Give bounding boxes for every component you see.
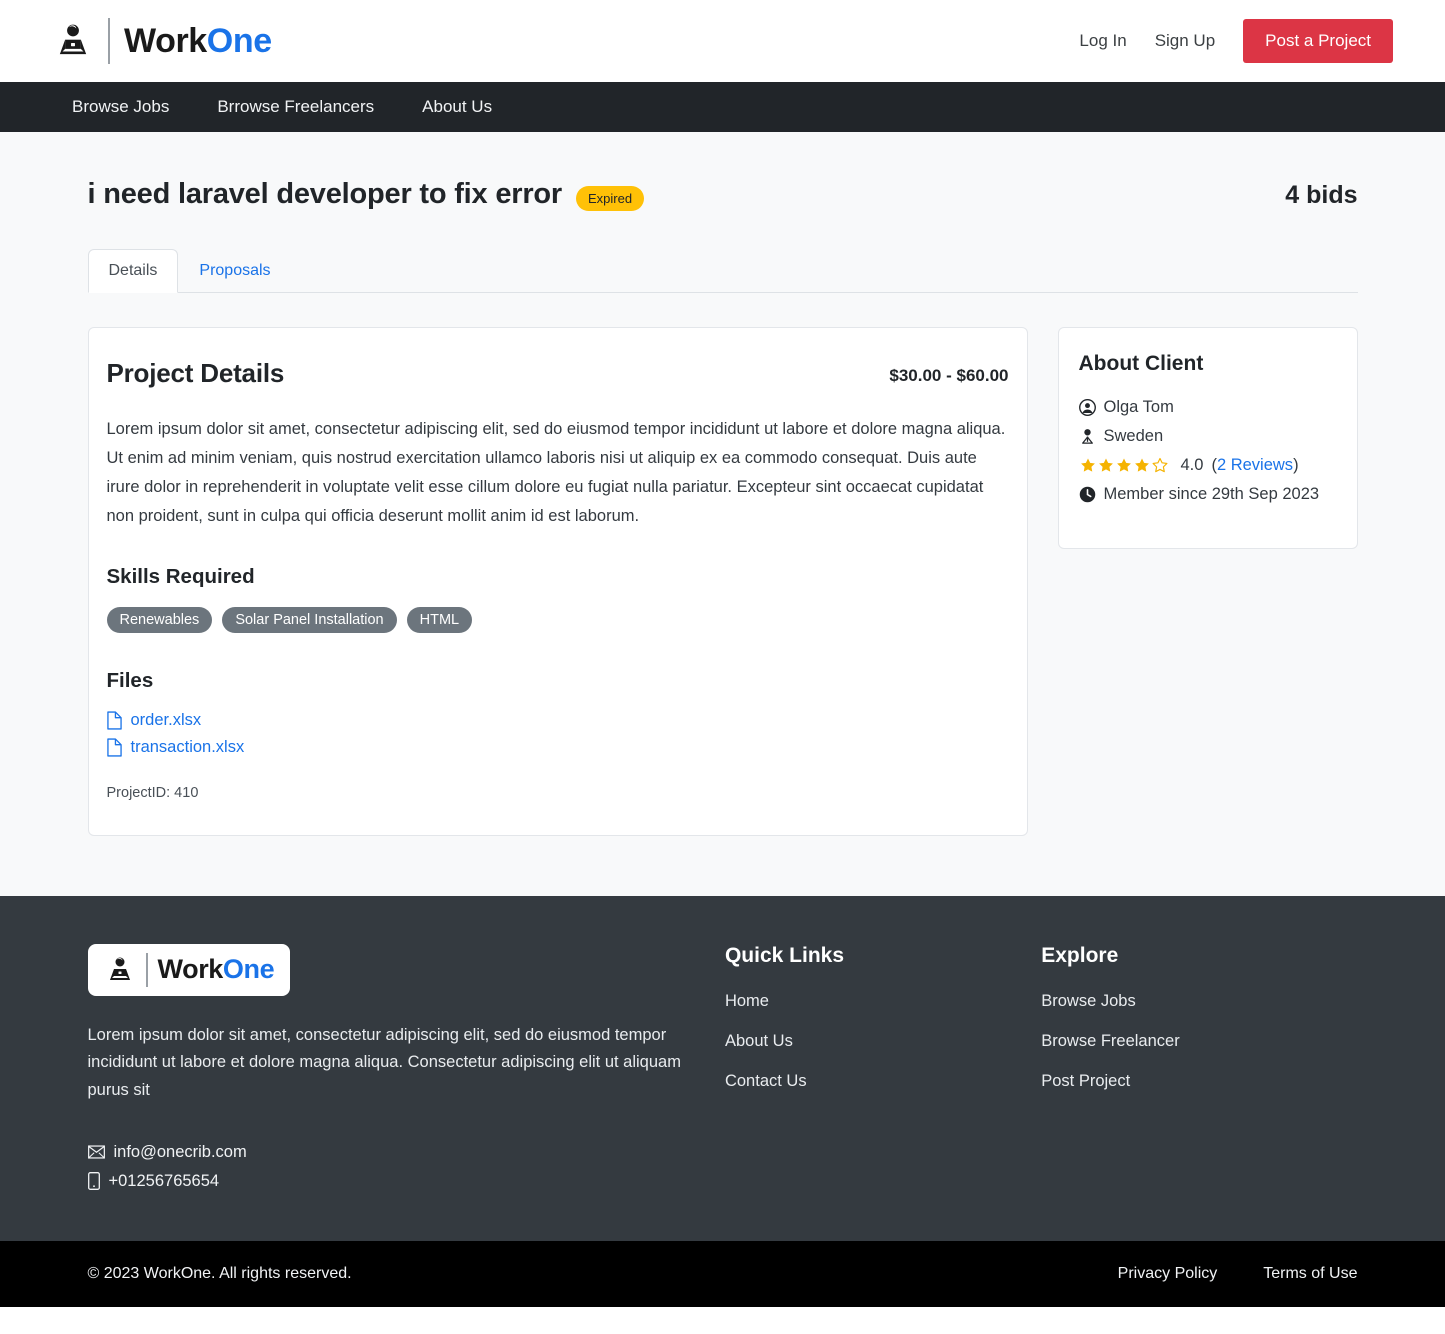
rating-value: 4.0 [1180, 456, 1204, 474]
logo-text-primary: Work [157, 954, 224, 984]
client-country: Sweden [1103, 427, 1164, 445]
client-country-row: Sweden [1079, 427, 1337, 446]
files-list: order.xlsx transaction.xlsx [106, 710, 1009, 757]
star-filled-icon [1116, 458, 1131, 472]
person-laptop-icon [104, 954, 136, 986]
clock-icon [1079, 486, 1096, 503]
project-tabs: Details Proposals [87, 249, 1358, 293]
privacy-policy-link[interactable]: Privacy Policy [1118, 1265, 1218, 1283]
signup-link[interactable]: Sign Up [1141, 31, 1229, 51]
project-id: ProjectID: 410 [106, 784, 199, 801]
site-header: WorkOne Log In Sign Up Post a Project [0, 0, 1445, 82]
footer-link-contact-us[interactable]: Contact Us [725, 1072, 1041, 1091]
footer-email: info@onecrib.com [113, 1142, 247, 1161]
site-logo[interactable]: WorkOne [52, 18, 272, 64]
nav-item-browse-jobs[interactable]: Browse Jobs [52, 97, 193, 117]
status-badge: Expired [576, 186, 645, 211]
footer-link-post-project[interactable]: Post Project [1041, 1072, 1357, 1091]
footer-logo-wordmark: WorkOne [158, 956, 275, 983]
section-title-project-details: Project Details [106, 358, 285, 388]
page-body: i need laravel developer to fix error Ex… [0, 132, 1445, 896]
star-filled-icon [1098, 458, 1113, 472]
client-member-since-row: Member since 29th Sep 2023 [1079, 485, 1337, 504]
side-column: About Client Olga Tom Sweden 4.0 (2 Revi… [1057, 327, 1358, 549]
details-header: Project Details $30.00 - $60.00 [107, 358, 1009, 389]
skills-list: Renewables Solar Panel Installation HTML [106, 606, 1009, 633]
client-rating-row: 4.0 (2 Reviews) [1079, 456, 1337, 475]
file-link[interactable]: transaction.xlsx [131, 738, 245, 757]
login-link[interactable]: Log In [1065, 31, 1140, 51]
project-title-wrap: i need laravel developer to fix error Ex… [88, 178, 645, 211]
skill-tag[interactable]: HTML [406, 606, 473, 633]
tab-proposals[interactable]: Proposals [178, 249, 291, 293]
project-details-card: Project Details $30.00 - $60.00 Lorem ip… [87, 327, 1028, 836]
footer-brand-column: WorkOne Lorem ipsum dolor sit amet, cons… [87, 943, 725, 1201]
member-since: Member since 29th Sep 2023 [1103, 485, 1320, 503]
list-item[interactable]: transaction.xlsx [106, 737, 1009, 757]
site-footer: WorkOne Lorem ipsum dolor sit amet, cons… [0, 895, 1445, 1241]
copyright-bar: © 2023 WorkOne. All rights reserved. Pri… [0, 1240, 1445, 1307]
footer-link-browse-freelancer[interactable]: Browse Freelancer [1041, 1032, 1357, 1051]
logo-divider [145, 952, 148, 987]
header-actions: Log In Sign Up Post a Project [1065, 19, 1393, 63]
files-title: Files [106, 668, 154, 692]
star-filled-icon [1080, 458, 1095, 472]
file-link[interactable]: order.xlsx [131, 711, 202, 730]
main-nav: Browse Jobs Brrowse Freelancers About Us [0, 82, 1445, 132]
logo-text-primary: Work [124, 22, 207, 60]
skill-tag[interactable]: Renewables [106, 606, 213, 633]
person-location-icon [1079, 428, 1096, 445]
price-range: $30.00 - $60.00 [889, 366, 1009, 385]
about-client-card: About Client Olga Tom Sweden 4.0 (2 Revi… [1057, 327, 1358, 549]
nav-item-browse-freelancers[interactable]: Brrowse Freelancers [193, 97, 398, 117]
phone-icon [87, 1172, 100, 1191]
quick-links-title: Quick Links [724, 943, 845, 967]
rating-stars [1079, 457, 1169, 474]
skill-tag[interactable]: Solar Panel Installation [222, 606, 397, 633]
nav-item-about-us[interactable]: About Us [398, 97, 516, 117]
footer-link-home[interactable]: Home [725, 992, 1041, 1011]
footer-logo[interactable]: WorkOne [87, 943, 291, 996]
reviews-link[interactable]: 2 Reviews [1217, 456, 1293, 474]
about-client-title: About Client [1078, 352, 1204, 375]
star-outline-icon [1152, 457, 1167, 473]
list-item[interactable]: order.xlsx [106, 710, 1009, 730]
star-filled-icon [1134, 458, 1149, 472]
logo-wordmark: WorkOne [124, 24, 272, 58]
post-project-button[interactable]: Post a Project [1243, 19, 1393, 63]
content-columns: Project Details $30.00 - $60.00 Lorem ip… [87, 327, 1358, 836]
person-laptop-icon [52, 20, 94, 62]
project-header: i need laravel developer to fix error Ex… [88, 178, 1358, 211]
terms-of-use-link[interactable]: Terms of Use [1263, 1265, 1357, 1283]
client-name-row: Olga Tom [1078, 398, 1337, 417]
footer-email-row[interactable]: info@onecrib.com [87, 1142, 725, 1162]
explore-title: Explore [1041, 943, 1119, 967]
envelope-icon [87, 1145, 105, 1159]
project-description: Lorem ipsum dolor sit amet, consectetur … [106, 420, 1006, 525]
footer-link-browse-jobs[interactable]: Browse Jobs [1041, 992, 1357, 1011]
footer-quick-links-column: Quick Links Home About Us Contact Us [725, 944, 1041, 1112]
footer-explore-column: Explore Browse Jobs Browse Freelancer Po… [1041, 944, 1357, 1112]
legal-links: Privacy Policy Terms of Use [1118, 1265, 1358, 1283]
skills-required-title: Skills Required [106, 564, 255, 588]
tab-details[interactable]: Details [87, 249, 179, 293]
file-icon [106, 710, 122, 730]
logo-text-accent: One [222, 954, 275, 984]
main-column: Project Details $30.00 - $60.00 Lorem ip… [87, 327, 1028, 836]
file-icon [106, 737, 122, 757]
reviews-wrap: (2 Reviews) [1211, 456, 1299, 474]
copyright-text: © 2023 WorkOne. All rights reserved. [87, 1264, 352, 1282]
footer-description: Lorem ipsum dolor sit amet, consectetur … [87, 1025, 681, 1099]
logo-divider [108, 18, 110, 64]
logo-text-accent: One [206, 22, 272, 60]
client-name: Olga Tom [1103, 398, 1174, 416]
footer-link-about-us[interactable]: About Us [725, 1032, 1041, 1051]
footer-phone-row[interactable]: +01256765654 [87, 1171, 725, 1191]
page-title: i need laravel developer to fix error [87, 178, 563, 210]
footer-phone: +01256765654 [108, 1171, 220, 1190]
person-circle-icon [1078, 399, 1096, 416]
bids-count: 4 bids [1285, 181, 1358, 209]
